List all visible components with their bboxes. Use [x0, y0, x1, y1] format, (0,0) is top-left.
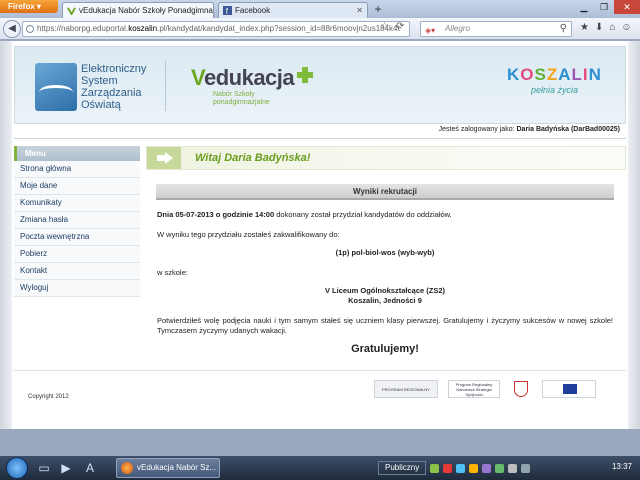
bookmarks-icon[interactable]: ★	[580, 22, 589, 33]
european-union-logo[interactable]	[542, 380, 596, 398]
keyboard-layout[interactable]: Publiczny	[378, 461, 427, 475]
footer-logos: PROGRAM REGIONALNY Program Regionalny Na…	[374, 380, 596, 398]
coat-of-arms-icon	[510, 380, 532, 398]
sidebar-item-my-data[interactable]: Moje dane	[14, 178, 140, 195]
congratulations-text: Gratulujemy!	[351, 343, 419, 355]
program-regionalny-logo[interactable]: Program Regionalny Narodowa Strategia Sp…	[448, 380, 500, 398]
close-tab-icon[interactable]: ✕	[353, 6, 363, 15]
volume-icon[interactable]	[521, 463, 531, 473]
menu-title: Menu	[14, 146, 140, 161]
navigation-bar: ◀ https://naborpg.eduportal.koszalin.pl/…	[0, 18, 640, 40]
tray-app-icon[interactable]	[469, 463, 479, 473]
sidebar-item-contact[interactable]: Kontakt	[14, 263, 140, 280]
back-button[interactable]: ◀	[3, 20, 21, 38]
explorer-icon[interactable]: ▭	[36, 460, 52, 476]
plus-icon	[297, 67, 313, 83]
bookmark-star-icon[interactable]: ☆	[380, 21, 389, 32]
at-school-label: w szkole:	[157, 268, 188, 277]
tab-label: vEdukacja Nabór Szkoły Ponadgimna...	[79, 6, 214, 15]
site-identity-icon[interactable]	[26, 25, 34, 33]
tray-app-icon[interactable]	[456, 463, 466, 473]
reload-icon[interactable]: ⟳	[396, 21, 404, 32]
font-icon[interactable]: A	[82, 460, 98, 476]
maximize-icon[interactable]: ❐	[594, 0, 614, 14]
header-separator	[14, 138, 626, 139]
vedukacja-favicon-icon	[67, 7, 76, 15]
page-header-banner: Elektroniczny System Zarządzania Oświatą…	[14, 46, 626, 124]
windows-taskbar: ▭ ▶ A vEdukacja Nabór Sz... Publiczny 13…	[0, 456, 640, 480]
tab-vedukacja[interactable]: vEdukacja Nabór Szkoły Ponadgimna... ✕	[62, 2, 214, 18]
network-icon[interactable]	[508, 463, 518, 473]
sidebar-item-messages[interactable]: Komunikaty	[14, 195, 140, 212]
vedukacja-logo[interactable]: Vedukacja Nabór Szkoły ponadgimnazjalne	[191, 65, 313, 107]
tray-app-icon[interactable]	[482, 463, 492, 473]
welcome-banner: Witaj Daria Badyńska!	[146, 146, 626, 170]
tray-app-icon[interactable]	[495, 463, 505, 473]
ezs-logo-icon	[35, 63, 77, 111]
taskbar-task-firefox[interactable]: vEdukacja Nabór Sz...	[116, 458, 220, 478]
url-domain: koszalin	[128, 24, 158, 33]
url-bar[interactable]: https://naborpg.eduportal.koszalin.pl/ka…	[22, 21, 410, 37]
allocation-date-text: Dnia 05-07-2013 o godzinie 14:00 dokonan…	[157, 210, 452, 219]
copyright-text: Copyright 2012	[28, 394, 69, 400]
header-divider	[165, 61, 166, 111]
url-prefix: https://naborpg.eduportal.	[37, 24, 129, 33]
school-name: V Liceum Ogólnokształcące (ZS2)	[324, 286, 446, 295]
search-engine-icon[interactable]: ◈▾	[425, 24, 441, 35]
start-button[interactable]	[6, 457, 28, 479]
section-title: Wyniki rekrutacji	[156, 184, 614, 200]
search-icon[interactable]: ⚲	[560, 22, 567, 36]
search-input[interactable]: ◈▾ Allegro ⚲	[420, 21, 572, 37]
login-status: Jesteś zalogowany jako: Daria Badyńska (…	[438, 126, 620, 133]
tab-facebook[interactable]: f Facebook ✕	[218, 2, 368, 18]
url-rest: .pl/kandydat/kandydat_index.php?session_…	[157, 24, 400, 33]
minimize-icon[interactable]: ▁	[574, 0, 594, 14]
page-left-border	[0, 41, 12, 429]
tray-app-icon[interactable]	[430, 463, 440, 473]
toolbar-icons: ★ ⬇ ⌂ ☺	[580, 22, 632, 33]
home-icon[interactable]: ⌂	[609, 22, 615, 33]
qualified-text: W wyniku tego przydziału zostałeś zakwal…	[157, 230, 340, 239]
welcome-text: Witaj Daria Badyńska!	[195, 152, 311, 164]
sidebar-item-internal-mail[interactable]: Poczta wewnętrzna	[14, 229, 140, 246]
close-window-icon[interactable]: ✕	[614, 0, 640, 14]
school-address: Koszalin, Jedności 9	[348, 296, 422, 305]
browser-titlebar: Firefox ▾ vEdukacja Nabór Szkoły Ponadgi…	[0, 0, 640, 18]
task-label: vEdukacja Nabór Sz...	[137, 463, 217, 472]
media-icon[interactable]: ▶	[58, 460, 74, 476]
facebook-favicon-icon: f	[223, 6, 232, 15]
arrow-right-icon	[147, 147, 181, 169]
koszalin-logo[interactable]: KOSZALIN pełnia życia	[507, 65, 602, 95]
confirmation-text: Potwierdziłeś wolę podjęcia nauki i tym …	[157, 316, 613, 335]
firefox-icon	[121, 462, 133, 474]
sidebar-item-home[interactable]: Strona główna	[14, 161, 140, 178]
firefox-menu-button[interactable]: Firefox ▾	[0, 0, 58, 13]
sidebar-menu: Menu Strona główna Moje dane Komunikaty …	[14, 146, 140, 297]
footer-separator	[14, 370, 626, 371]
sidebar-item-logout[interactable]: Wyloguj	[14, 280, 140, 297]
tray-app-icon[interactable]	[443, 463, 453, 473]
fundusze-europejskie-logo[interactable]: PROGRAM REGIONALNY	[374, 380, 438, 398]
feedback-icon[interactable]: ☺	[621, 22, 631, 33]
system-tray: Publiczny	[378, 460, 531, 476]
sidebar-item-change-password[interactable]: Zmiana hasła	[14, 212, 140, 229]
ezs-logo-text: Elektroniczny System Zarządzania Oświatą	[81, 63, 147, 111]
page-right-border	[628, 41, 640, 429]
window-controls: ▁ ❐ ✕	[574, 0, 640, 14]
tab-label: Facebook	[235, 6, 271, 15]
search-placeholder: Allegro	[445, 24, 470, 33]
sidebar-item-download[interactable]: Pobierz	[14, 246, 140, 263]
class-name: (1p) pol-biol-wos (wyb-wyb)	[335, 248, 435, 257]
eu-flag-icon	[563, 384, 577, 394]
new-tab-button[interactable]: +	[368, 3, 388, 17]
clock[interactable]: 13:37	[612, 462, 632, 471]
download-icon[interactable]: ⬇	[595, 22, 603, 33]
